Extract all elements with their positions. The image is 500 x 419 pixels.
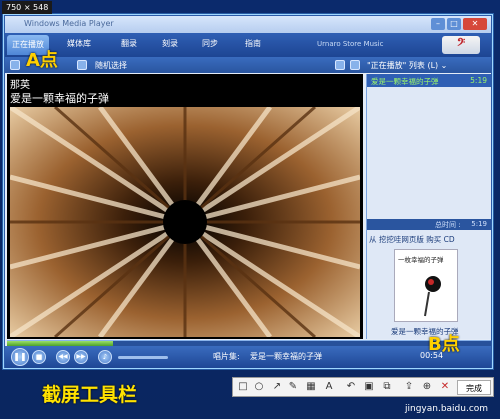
share-icon[interactable]: ⇪ [403,381,415,393]
toolbar-caption: 截屏工具栏 [42,384,138,406]
point-b-label: B点 [428,334,460,355]
screenshot-toolbar: □ ○ ↗ ✎ ▦ A ↶ ▣ ⧉ ⇪ ⊕ ✕ 完成 [232,377,494,397]
mosaic-icon[interactable]: ▦ [305,381,317,393]
ellipse-icon[interactable]: ○ [253,381,265,393]
point-a-label: A点 [26,50,58,71]
pin-icon[interactable]: ⊕ [421,381,433,393]
copy-icon[interactable]: ⧉ [381,381,393,393]
text-icon[interactable]: A [323,381,335,393]
watermark: jingyan.baidu.com [405,404,489,414]
done-button[interactable]: 完成 [457,380,491,395]
arrow-icon[interactable]: ↗ [271,381,283,393]
undo-icon[interactable]: ↶ [345,381,357,393]
dimensions-label: 750 × 548 [2,1,53,14]
rectangle-icon[interactable]: □ [237,381,249,393]
cancel-icon[interactable]: ✕ [439,381,451,393]
selection-frame[interactable] [3,14,493,369]
screenshot: Windows Media Player – □ ✕ 正在播放 媒体库 翻录 刻… [0,0,500,419]
save-icon[interactable]: ▣ [363,381,375,393]
pen-icon[interactable]: ✎ [287,381,299,393]
